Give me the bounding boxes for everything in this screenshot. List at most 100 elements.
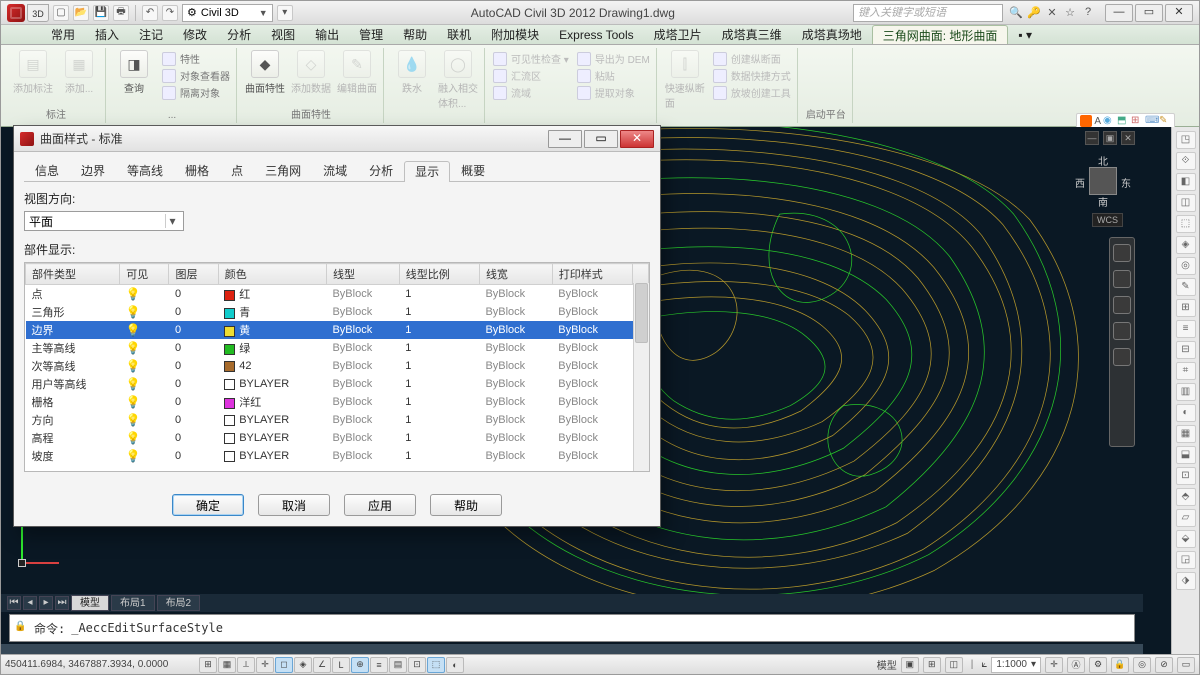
dialog-close-button[interactable]: ✕ — [620, 130, 654, 148]
grid-cell[interactable]: 0 — [169, 411, 218, 429]
ribbon-tab[interactable]: 成塔真三维 — [712, 25, 792, 44]
grid-cell[interactable]: 0 — [169, 303, 218, 321]
sb-polar-icon[interactable]: ✛ — [256, 657, 274, 673]
dialog-tab[interactable]: 显示 — [404, 161, 450, 182]
sb-ortho-icon[interactable]: ⟂ — [237, 657, 255, 673]
rt-icon-2[interactable]: ⟐ — [1176, 152, 1196, 170]
grid-cell[interactable]: ByBlock — [326, 411, 399, 429]
viewcube-east[interactable]: 东 — [1121, 175, 1131, 190]
sb-annoauto-icon[interactable]: ✛ — [1045, 657, 1063, 673]
component-display-grid[interactable]: 部件类型可见图层颜色线型线型比例线宽打印样式 点💡0红ByBlock1ByBlo… — [24, 262, 650, 472]
qat-more-icon[interactable]: ▾ — [277, 5, 293, 21]
ribbon-tab-active[interactable]: 三角网曲面: 地形曲面 — [872, 25, 1009, 44]
grid-cell[interactable]: 42 — [218, 357, 326, 375]
status-model-label[interactable]: 模型 — [877, 657, 897, 672]
minimize-button[interactable]: — — [1105, 4, 1133, 22]
ribbon-tab[interactable]: 注记 — [129, 25, 173, 44]
grid-cell[interactable]: ByBlock — [552, 303, 632, 321]
sb-maxvp-icon[interactable]: ⊞ — [923, 657, 941, 673]
workspace-dropdown[interactable]: ⚙ Civil 3D ▼ — [182, 4, 273, 22]
search-icon[interactable]: 🔍 — [1009, 6, 1023, 20]
sb-qp-icon[interactable]: ⊡ — [408, 657, 426, 673]
annotation-scale[interactable]: 1:1000▾ — [991, 657, 1041, 673]
viewcube-north[interactable]: 北 — [1075, 153, 1131, 168]
viewcube-west[interactable]: 西 — [1075, 175, 1085, 190]
grid-cell[interactable]: ByBlock — [552, 429, 632, 447]
grid-cell[interactable]: BYLAYER — [218, 429, 326, 447]
grid-cell[interactable]: 1 — [399, 393, 479, 411]
ribbon-button[interactable]: ◆曲面特性 — [245, 50, 285, 95]
color-swatch[interactable] — [224, 398, 235, 409]
color-swatch[interactable] — [224, 415, 235, 426]
grid-row[interactable]: 点💡0红ByBlock1ByBlockByBlock — [26, 285, 649, 304]
grid-cell[interactable]: 0 — [169, 339, 218, 357]
grid-cell[interactable]: BYLAYER — [218, 411, 326, 429]
sb-scale-icon[interactable]: ⟀ — [981, 659, 987, 670]
grid-cell[interactable]: 1 — [399, 339, 479, 357]
sb-ws-icon[interactable]: ⚙ — [1089, 657, 1107, 673]
sb-qv-icon[interactable]: ◫ — [945, 657, 963, 673]
ribbon-tab-overflow[interactable]: ▪ ▾ — [1008, 25, 1042, 44]
grid-cell[interactable]: ByBlock — [326, 429, 399, 447]
rt-icon-4[interactable]: ◫ — [1176, 194, 1196, 212]
rt-icon-11[interactable]: ⊟ — [1176, 341, 1196, 359]
command-line[interactable]: 🔒 命令: _AeccEditSurfaceStyle — [9, 614, 1135, 642]
grid-cell[interactable]: 0 — [169, 393, 218, 411]
dialog-tab[interactable]: 流域 — [312, 160, 358, 181]
rt-icon-16[interactable]: ⬓ — [1176, 446, 1196, 464]
rt-icon-3[interactable]: ◧ — [1176, 173, 1196, 191]
grid-cell[interactable]: 0 — [169, 447, 218, 465]
viewcube-south[interactable]: 南 — [1075, 194, 1131, 209]
grid-cell[interactable]: 💡 — [120, 321, 169, 339]
key-icon[interactable]: 🔑 — [1027, 6, 1041, 20]
viewdir-dropdown[interactable]: 平面 ▾ — [24, 211, 184, 231]
ribbon-tab[interactable]: 分析 — [217, 25, 261, 44]
sb-tpy-icon[interactable]: ▤ — [389, 657, 407, 673]
layout-next-icon[interactable]: ▸ — [39, 596, 53, 610]
grid-cell[interactable]: 💡 — [120, 393, 169, 411]
grid-cell[interactable]: 1 — [399, 357, 479, 375]
grid-row[interactable]: 高程💡0BYLAYERByBlock1ByBlockByBlock — [26, 429, 649, 447]
ribbon-small-item[interactable]: 对象查看器 — [162, 67, 230, 84]
ribbon-tab[interactable]: Express Tools — [549, 25, 643, 44]
vp-close-icon[interactable]: ✕ — [1121, 131, 1135, 145]
dialog-title-bar[interactable]: 曲面样式 - 标准 — ▭ ✕ — [14, 126, 660, 152]
grid-cell[interactable]: ByBlock — [326, 375, 399, 393]
grid-cell[interactable]: 青 — [218, 303, 326, 321]
scrollbar-thumb[interactable] — [635, 283, 648, 343]
sb-osnap-icon[interactable]: ◻ — [275, 657, 293, 673]
grid-column-header[interactable]: 颜色 — [218, 264, 326, 285]
color-swatch[interactable] — [224, 290, 235, 301]
color-swatch[interactable] — [224, 326, 235, 337]
sb-annovis-icon[interactable]: Ⓐ — [1067, 657, 1085, 673]
nav-pan-icon[interactable] — [1113, 270, 1131, 288]
cmdline-lock-icon[interactable]: 🔒 — [14, 621, 28, 635]
lightbulb-icon[interactable]: 💡 — [126, 431, 141, 445]
grid-row[interactable]: 三角形💡0青ByBlock1ByBlockByBlock — [26, 303, 649, 321]
ribbon-tab[interactable]: 常用 — [41, 25, 85, 44]
grid-cell[interactable]: BYLAYER — [218, 375, 326, 393]
nav-wheel-icon[interactable] — [1113, 244, 1131, 262]
grid-cell[interactable]: 红 — [218, 285, 326, 304]
grid-cell[interactable]: 0 — [169, 429, 218, 447]
grid-cell[interactable]: ByBlock — [326, 285, 399, 304]
nav-zoom-icon[interactable] — [1113, 296, 1131, 314]
dialog-tab[interactable]: 点 — [220, 160, 254, 181]
sb-lock-icon[interactable]: 🔒 — [1111, 657, 1129, 673]
sb-3dosnap-icon[interactable]: ◈ — [294, 657, 312, 673]
grid-row[interactable]: 用户等高线💡0BYLAYERByBlock1ByBlockByBlock — [26, 375, 649, 393]
grid-cell[interactable]: 1 — [399, 303, 479, 321]
grid-cell[interactable]: ByBlock — [479, 303, 552, 321]
sb-snap-icon[interactable]: ⊞ — [199, 657, 217, 673]
lightbulb-icon[interactable]: 💡 — [126, 395, 141, 409]
wcs-label[interactable]: WCS — [1092, 213, 1123, 227]
vp-restore-icon[interactable]: ▣ — [1103, 131, 1117, 145]
ribbon-tab[interactable]: 联机 — [437, 25, 481, 44]
grid-cell[interactable]: 绿 — [218, 339, 326, 357]
grid-row[interactable]: 方向💡0BYLAYERByBlock1ByBlockByBlock — [26, 411, 649, 429]
grid-cell[interactable]: ByBlock — [552, 357, 632, 375]
grid-cell[interactable]: 💡 — [120, 411, 169, 429]
exchange-icon[interactable]: ✕ — [1045, 6, 1059, 20]
apply-button[interactable]: 应用 — [344, 494, 416, 516]
rt-icon-7[interactable]: ◎ — [1176, 257, 1196, 275]
